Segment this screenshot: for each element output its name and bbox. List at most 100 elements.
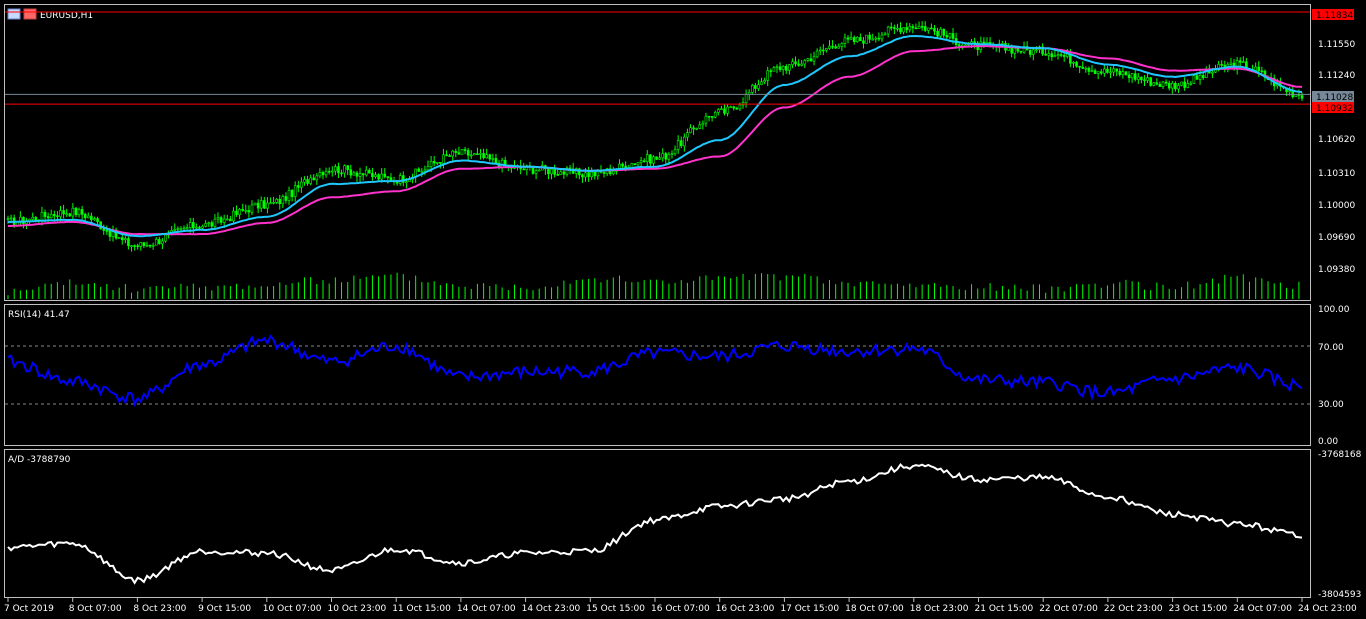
candle-body [34, 217, 38, 221]
candle-body [281, 196, 285, 204]
candle-body [355, 172, 359, 177]
candle-body [93, 218, 96, 221]
candle-body [788, 64, 791, 71]
candle-body [562, 171, 566, 175]
lower-level-tag: 1.10932 [1312, 102, 1354, 114]
candle-body [673, 149, 677, 154]
candle-body [902, 27, 905, 33]
candle-body [96, 218, 99, 223]
candle-body [469, 154, 473, 157]
candle-body [1177, 85, 1180, 90]
candle-body [247, 209, 251, 213]
candle-body [1189, 83, 1193, 85]
time-axis-label: 8 Oct 23:00 [133, 604, 186, 614]
candle-body [297, 185, 300, 188]
time-axis-label: 14 Oct 23:00 [522, 604, 581, 614]
candle-body [534, 170, 538, 174]
candle-body [1056, 54, 1060, 57]
candle-body [173, 229, 177, 231]
candle-body [868, 34, 871, 40]
candle-body [612, 170, 615, 175]
candle-body [812, 56, 816, 62]
time-axis-label: 22 Oct 07:00 [1039, 604, 1098, 614]
candle-body [729, 106, 732, 108]
candle-body [784, 65, 788, 71]
rsi-axis-label: 100.00 [1318, 305, 1350, 315]
candle-body [6, 217, 10, 220]
candle-body [664, 153, 668, 160]
candle-body [914, 27, 918, 30]
candle-body [1093, 70, 1097, 74]
candle-body [253, 202, 257, 206]
candle-body [818, 49, 822, 52]
candle-body [735, 107, 739, 110]
candle-body [886, 26, 890, 35]
candle-body [645, 154, 649, 162]
candle-body [1090, 70, 1094, 72]
candle-body [781, 65, 785, 70]
candle-body [241, 209, 245, 211]
candle-body [1183, 81, 1186, 88]
candle-body [293, 185, 297, 197]
candle-body [973, 41, 976, 44]
candle-body [102, 228, 106, 231]
candle-body [130, 245, 133, 247]
candle-body [1158, 83, 1162, 87]
candle-body [1143, 79, 1146, 82]
candle-body [791, 61, 794, 65]
candle-body [479, 153, 482, 155]
candle-body [661, 153, 665, 159]
candle-body [1016, 48, 1020, 52]
candle-body [272, 202, 275, 204]
candle-body [633, 163, 637, 166]
candle-body [358, 173, 362, 177]
candle-body [43, 212, 47, 217]
candle-body [327, 170, 331, 173]
candle-body [65, 213, 68, 216]
candle-body [1106, 68, 1109, 73]
candle-body [145, 244, 149, 247]
symbol-header[interactable]: EURUSD,H1 [7, 8, 93, 21]
candle-body [880, 34, 884, 40]
time-axis-label: 10 Oct 07:00 [263, 604, 322, 614]
candle-body [865, 34, 868, 44]
candle-body [871, 38, 875, 41]
candle-body [386, 176, 390, 178]
candle-body [463, 149, 467, 151]
candle-body [185, 227, 189, 229]
time-axis-label: 14 Oct 07:00 [457, 604, 516, 614]
candle-body [1059, 54, 1063, 56]
candle-body [936, 30, 939, 37]
candle-body [531, 166, 535, 174]
candle-body [1170, 83, 1174, 89]
candle-body [587, 172, 590, 178]
candle-body [590, 171, 593, 178]
candle-body [361, 173, 365, 176]
candle-body [522, 168, 526, 171]
candle-body [259, 200, 263, 209]
candle-body [1164, 81, 1168, 84]
candle-body [1254, 66, 1257, 71]
candle-body [621, 163, 624, 167]
candle-body [494, 158, 498, 164]
candle-body [1121, 71, 1125, 75]
candle-body [825, 48, 828, 51]
candle-body [1053, 55, 1057, 58]
candle-body [698, 124, 702, 129]
candle-body [229, 218, 232, 222]
trading-chart[interactable]: EURUSD,H1 1.11550 1.11240 1.10620 1.1031… [0, 0, 1366, 619]
time-axis-label: 15 Oct 15:00 [586, 604, 645, 614]
candle-body [1238, 60, 1242, 63]
candle-body [911, 26, 915, 29]
candle-body [581, 174, 584, 178]
candle-body [676, 140, 680, 150]
candle-body [207, 222, 211, 224]
candle-body [1072, 61, 1075, 64]
candle-body [191, 222, 195, 229]
candle-body [278, 198, 282, 204]
candle-body [238, 209, 241, 215]
candle-body [559, 171, 563, 175]
candle-body [655, 156, 658, 160]
candle-body [760, 81, 763, 85]
candle-body [704, 115, 708, 124]
